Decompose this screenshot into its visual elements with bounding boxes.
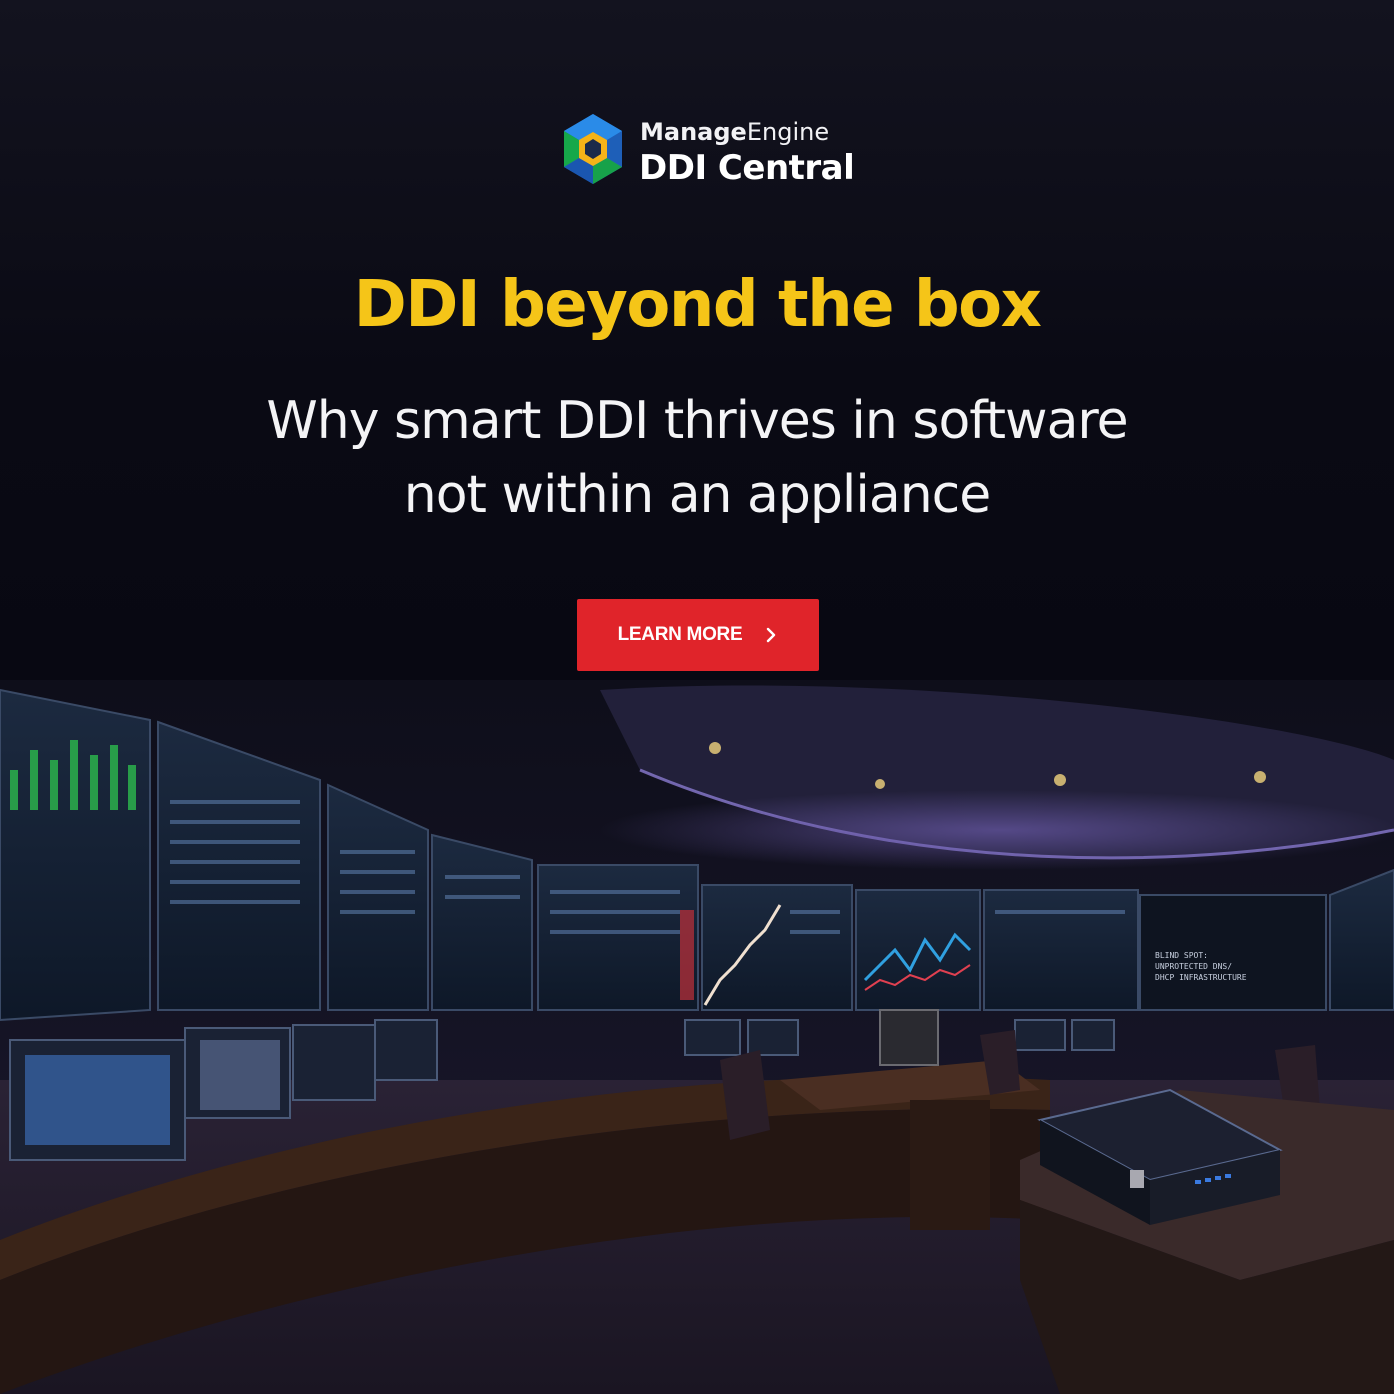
headline: DDI beyond the box bbox=[353, 268, 1042, 342]
learn-more-label: LEARN MORE bbox=[617, 624, 743, 645]
subheadline: Why smart DDI thrives in software not wi… bbox=[0, 384, 1394, 532]
subheadline-line-2: not within an appliance bbox=[403, 465, 991, 525]
subheadline-line-1: Why smart DDI thrives in software bbox=[266, 391, 1128, 451]
screen-text-1: BLIND SPOT: bbox=[1155, 951, 1208, 960]
product-name: DDI Central bbox=[639, 148, 855, 188]
manageengine-logo[interactable]: ManageEngine DDI Central bbox=[560, 112, 860, 192]
chevron-right-icon bbox=[767, 627, 776, 643]
hero-background bbox=[0, 0, 1394, 690]
screen-text-3: DHCP INFRASTRUCTURE bbox=[1155, 973, 1247, 982]
brand-name: ManageEngine bbox=[640, 118, 830, 146]
screen-text-2: UNPROTECTED DNS/ bbox=[1155, 962, 1232, 971]
hexagon-cube-logo-icon bbox=[564, 114, 622, 184]
control-room-image: BLIND SPOT: UNPROTECTED DNS/ DHCP INFRAS… bbox=[0, 680, 1394, 1394]
learn-more-button[interactable]: LEARN MORE bbox=[577, 599, 819, 671]
